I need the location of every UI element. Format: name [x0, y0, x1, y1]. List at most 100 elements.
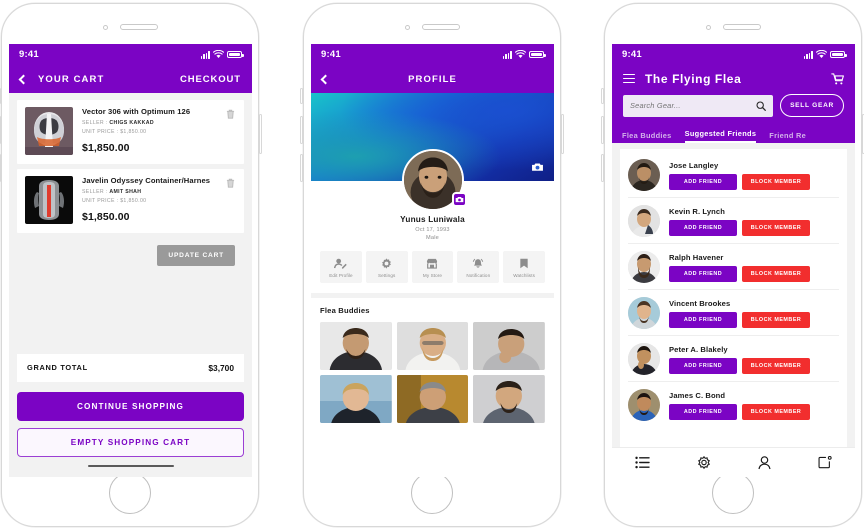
avatar-camera-button[interactable]	[451, 192, 467, 207]
phone-volume-up-button	[300, 116, 303, 144]
trash-icon[interactable]	[226, 178, 235, 188]
add-friend-button[interactable]: ADD FRIEND	[669, 265, 737, 282]
list-item[interactable]: Jose Langley ADD FRIEND BLOCK MEMBER	[628, 152, 839, 198]
action-notification[interactable]: Notification	[457, 251, 500, 283]
phone-notch	[605, 24, 861, 30]
checkout-button[interactable]: CHECKOUT	[180, 74, 241, 85]
buddy-tile[interactable]	[396, 322, 469, 370]
earpiece-speaker	[119, 24, 158, 30]
list-item[interactable]: Kevin R. Lynch ADD FRIEND BLOCK MEMBER	[628, 198, 839, 244]
buddy-tile[interactable]	[396, 375, 469, 423]
phone-device-profile: 9:41 PROFILE Yunus Luniwala Oct 17, 1993…	[300, 3, 564, 527]
hamburger-menu-icon[interactable]	[623, 73, 635, 84]
home-button[interactable]	[109, 472, 151, 514]
avatar[interactable]	[628, 389, 660, 421]
action-edit-profile[interactable]: Edit Profile	[320, 251, 362, 283]
tab-friend-requests[interactable]: Friend Re	[769, 131, 806, 144]
add-friend-button[interactable]: ADD FRIEND	[669, 173, 737, 190]
notification-square-icon[interactable]	[818, 456, 832, 469]
chevron-left-icon[interactable]	[320, 74, 331, 84]
list-item[interactable]: Vincent Brookes ADD FRIEND BLOCK MEMBER	[628, 290, 839, 336]
add-friend-button[interactable]: ADD FRIEND	[669, 403, 737, 420]
product-title: Vector 306 with Optimum 126	[82, 107, 191, 116]
search-icon[interactable]	[756, 100, 766, 111]
profile-action-grid: Edit Profile Settings My Store Notificat…	[320, 251, 545, 283]
friend-name: Ralph Havener	[669, 252, 724, 262]
buddy-tile[interactable]	[320, 375, 392, 423]
product-seller: SELLER : AMIT SHAH	[82, 189, 236, 195]
buddy-photo-6	[473, 375, 545, 423]
tab-suggested-friends[interactable]: Suggested Friends	[684, 129, 757, 143]
list-item[interactable]: Ralph Havener ADD FRIEND BLOCK MEMBER	[628, 244, 839, 290]
bookmark-icon	[520, 258, 528, 269]
continue-shopping-button[interactable]: CONTINUE SHOPPING	[17, 391, 244, 421]
list-item[interactable]: James C. Bond ADD FRIEND BLOCK MEMBER	[628, 382, 839, 427]
cart-item-row[interactable]: Javelin Odyssey Container/Harnes SELLER …	[17, 169, 244, 233]
home-button[interactable]	[712, 472, 754, 514]
search-input[interactable]	[630, 101, 757, 110]
status-bar: 9:41	[612, 44, 855, 65]
unit-price-label: UNIT PRICE :	[82, 129, 119, 135]
friend-avatar-1	[628, 159, 660, 191]
phone-side-button	[0, 88, 1, 104]
empty-cart-button[interactable]: EMPTY SHOPPING CART	[17, 427, 244, 457]
add-friend-button[interactable]: ADD FRIEND	[669, 311, 737, 328]
action-label: My Store	[422, 273, 443, 278]
action-settings[interactable]: Settings	[365, 251, 408, 283]
search-box[interactable]	[623, 94, 774, 117]
list-item[interactable]: Peter A. Blakely ADD FRIEND BLOCK MEMBER	[628, 336, 839, 382]
avatar[interactable]	[628, 297, 660, 329]
buddy-tile[interactable]	[473, 375, 545, 423]
block-member-button[interactable]: BLOCK MEMBER	[742, 311, 810, 328]
shopping-cart-icon[interactable]	[831, 72, 844, 85]
wifi-icon	[515, 50, 526, 58]
screen-flea: 9:41 The Flying Flea Search Gear... SELL…	[612, 44, 855, 477]
friend-avatar-5	[628, 343, 660, 375]
list-icon[interactable]	[635, 456, 651, 469]
buddy-tile[interactable]	[320, 322, 392, 370]
add-friend-button[interactable]: ADD FRIEND	[669, 219, 737, 236]
buddy-photo-3	[473, 322, 545, 370]
buddy-photo-5	[396, 375, 469, 423]
trash-icon[interactable]	[226, 109, 235, 119]
avatar[interactable]	[628, 159, 660, 191]
chevron-left-icon[interactable]	[18, 74, 29, 84]
gear-icon[interactable]	[697, 455, 711, 470]
page-title: PROFILE	[408, 73, 457, 85]
profile-gender: Male	[426, 235, 439, 241]
add-friend-button[interactable]: ADD FRIEND	[669, 357, 737, 374]
update-cart-button[interactable]: UPDATE CART	[157, 245, 235, 266]
friend-name: Jose Langley	[669, 160, 719, 170]
block-member-button[interactable]: BLOCK MEMBER	[742, 357, 810, 374]
block-member-button[interactable]: BLOCK MEMBER	[742, 403, 810, 420]
block-member-button[interactable]: BLOCK MEMBER	[742, 173, 810, 190]
signal-bars-icon	[502, 50, 512, 59]
sell-gear-button[interactable]: SELL GEAR	[780, 94, 844, 117]
product-unit-price: UNIT PRICE : $1,850.00	[82, 129, 236, 135]
avatar[interactable]	[628, 251, 660, 283]
buddies-grid	[320, 322, 545, 423]
home-button[interactable]	[411, 472, 453, 514]
person-icon[interactable]	[758, 455, 771, 470]
flea-search-row: SELL GEAR	[612, 89, 855, 124]
action-my-store[interactable]: My Store	[411, 251, 454, 283]
tab-flea-buddies[interactable]: Flea Buddies	[622, 131, 672, 144]
screen-profile: 9:41 PROFILE Yunus Luniwala Oct 17, 1993…	[311, 44, 554, 477]
app-logo: The Flying Flea	[645, 71, 742, 86]
screenshot-stage: 9:41 YOUR CART CHECKOUT Vector 306 with …	[0, 0, 864, 530]
block-member-button[interactable]: BLOCK MEMBER	[742, 219, 810, 236]
friend-list: Jose Langley ADD FRIEND BLOCK MEMBER Kev…	[620, 149, 847, 447]
friend-avatar-6	[628, 389, 660, 421]
avatar[interactable]	[628, 343, 660, 375]
block-member-button[interactable]: BLOCK MEMBER	[742, 265, 810, 282]
avatar[interactable]	[628, 205, 660, 237]
front-camera-icon	[102, 24, 108, 30]
camera-icon[interactable]	[531, 162, 544, 172]
action-label: Edit Profile	[329, 273, 353, 278]
buddy-tile[interactable]	[473, 322, 545, 370]
earpiece-speaker	[421, 24, 460, 30]
screen-cart: 9:41 YOUR CART CHECKOUT Vector 306 with …	[9, 44, 252, 477]
action-watchlists[interactable]: Watchlists	[503, 251, 545, 283]
phone-volume-down-button	[300, 154, 303, 182]
cart-item-row[interactable]: Vector 306 with Optimum 126 SELLER : CHI…	[17, 100, 244, 164]
